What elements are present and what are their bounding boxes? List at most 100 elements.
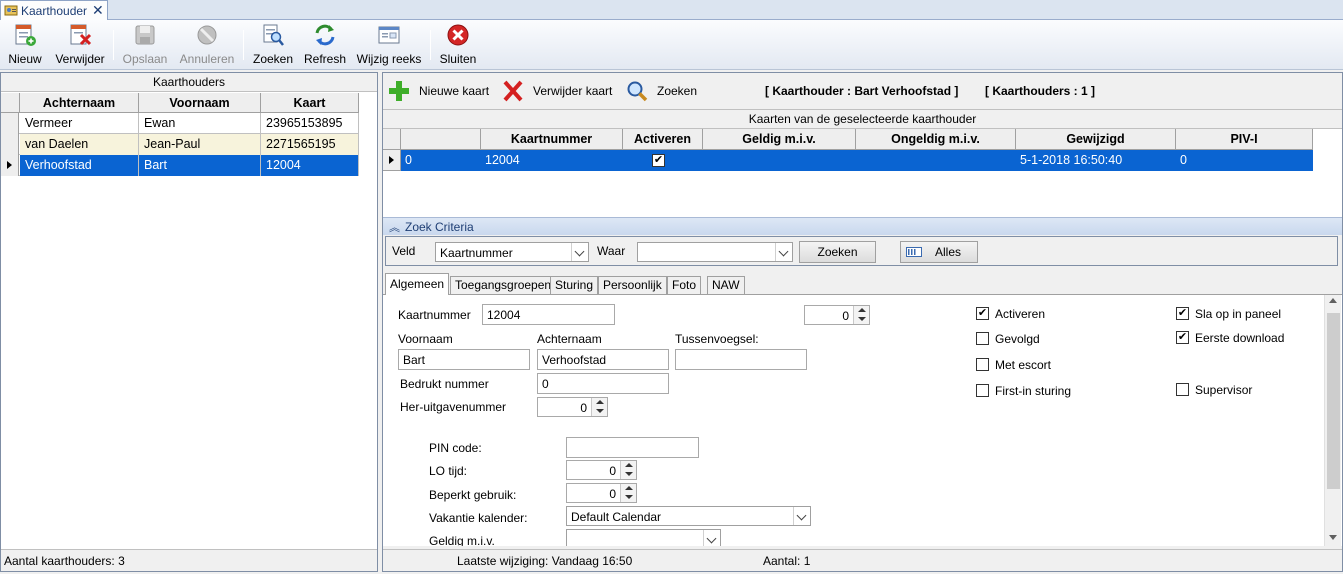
row-header[interactable] [1, 134, 19, 155]
column-header-achternaam[interactable]: Achternaam [20, 93, 139, 113]
tab-toegangsgroepen[interactable]: Toegangsgroepen [450, 276, 557, 295]
column-header-kaart[interactable]: Kaart [261, 93, 359, 113]
column-header-pivi[interactable]: PIV-I [1176, 129, 1313, 150]
extra-number-stepper[interactable]: 0 [804, 305, 870, 325]
sluiten-button[interactable]: Sluiten [437, 20, 479, 70]
zoek-criteria-header[interactable]: ︽ Zoek Criteria [383, 217, 1342, 235]
vakantie-kalender-label: Vakantie kalender: [429, 511, 528, 525]
pin-code-field[interactable] [566, 437, 699, 458]
column-header-gewijzigd[interactable]: Gewijzigd [1016, 129, 1176, 150]
cell-ongeldig[interactable] [856, 150, 1016, 171]
collapse-icon[interactable]: ︽ [389, 219, 400, 235]
last-change-text: Laatste wijziging: Vandaag 16:50 [457, 554, 633, 568]
verwijder-kaart-button[interactable]: Verwijder kaart [501, 79, 613, 103]
supervisor-checkbox[interactable] [1176, 383, 1189, 396]
row-header[interactable] [383, 150, 401, 171]
voornaam-field[interactable]: Bart [398, 349, 530, 370]
cell-pivi[interactable]: 0 [1176, 150, 1313, 171]
refresh-button[interactable]: Refresh [303, 20, 347, 70]
gevolgd-checkbox[interactable] [976, 332, 989, 345]
vakantie-kalender-select[interactable]: Default Calendar [566, 506, 811, 526]
chevron-down-icon[interactable] [775, 243, 792, 261]
card-row-selected[interactable]: 0 12004 ✔ 5-1-2018 16:50:40 0 [383, 150, 1313, 171]
annuleren-button[interactable]: Annuleren [176, 20, 238, 70]
spin-icon[interactable] [853, 306, 869, 324]
zoeken-button[interactable]: Zoeken [251, 20, 295, 70]
column-header-ongeldig[interactable]: Ongeldig m.i.v. [856, 129, 1016, 150]
table-row[interactable]: Vermeer Ewan 23965153895 [1, 113, 359, 134]
veld-select[interactable]: Kaartnummer [435, 242, 589, 262]
waar-select[interactable] [637, 242, 793, 262]
cell-kaart[interactable]: 12004 [261, 155, 359, 176]
spin-icon[interactable] [591, 398, 607, 416]
chevron-down-icon[interactable] [703, 530, 720, 546]
tab-naw[interactable]: NAW [707, 276, 745, 295]
cell-achternaam[interactable]: van Daelen [20, 134, 139, 155]
spin-icon[interactable] [620, 461, 636, 479]
pin-code-label: PIN code: [429, 441, 482, 455]
tab-persoonlijk[interactable]: Persoonlijk [598, 276, 667, 295]
achternaam-field[interactable]: Verhoofstad [537, 349, 669, 370]
cell-gewijzigd[interactable]: 5-1-2018 16:50:40 [1016, 150, 1176, 171]
verwijder-button[interactable]: Verwijder [53, 20, 107, 70]
wijzig-reeks-button[interactable]: Wijzig reeks [356, 20, 422, 70]
cards-caption: Kaarten van de geselecteerde kaarthouder [383, 109, 1342, 129]
algemeen-tab-page: Kaartnummer 12004 0 Voornaam Achternaam … [383, 294, 1342, 546]
tab-foto[interactable]: Foto [667, 276, 702, 295]
lo-tijd-stepper[interactable]: 0 [566, 460, 637, 480]
bedrukt-nummer-field[interactable]: 0 [537, 373, 669, 394]
tussenvoegsel-field[interactable] [675, 349, 807, 370]
alles-button[interactable]: Alles [900, 241, 978, 263]
scroll-up-icon[interactable] [1329, 298, 1337, 303]
chevron-down-icon[interactable] [571, 243, 588, 261]
zoek-zoeken-button[interactable]: Zoeken [799, 241, 876, 263]
heruitgave-stepper[interactable]: 0 [537, 397, 608, 417]
nieuw-button[interactable]: Nieuw [6, 20, 44, 70]
column-header-id [401, 129, 481, 150]
tab-sturing[interactable]: Sturing [550, 276, 599, 295]
opslaan-button[interactable]: Opslaan [120, 20, 170, 70]
kaartnummer-field[interactable]: 12004 [482, 304, 615, 325]
cell-achternaam[interactable]: Vermeer [20, 113, 139, 134]
sla-op-in-paneel-checkbox[interactable]: ✔ [1176, 307, 1189, 320]
delete-x-icon [503, 80, 523, 102]
cell-id[interactable]: 0 [401, 150, 481, 171]
tab-kaarthouder[interactable]: Kaarthouder ✕ [0, 0, 108, 20]
cell-voornaam[interactable]: Jean-Paul [139, 134, 261, 155]
vertical-scrollbar[interactable] [1324, 295, 1341, 546]
geldig-date-picker[interactable] [566, 529, 721, 546]
zoeken-kaart-button[interactable]: Zoeken [625, 79, 701, 103]
table-row-selected[interactable]: Verhoofstad Bart 12004 [1, 155, 359, 176]
nieuwe-kaart-button[interactable]: Nieuwe kaart [387, 79, 491, 103]
zoek-criteria-panel: Veld Kaartnummer Waar Zoeken Alles [385, 236, 1338, 266]
spin-icon[interactable] [620, 484, 636, 502]
column-header-geldig[interactable]: Geldig m.i.v. [703, 129, 856, 150]
first-in-sturing-checkbox[interactable] [976, 384, 989, 397]
chevron-down-icon[interactable] [793, 507, 810, 525]
cell-kaartnummer[interactable]: 12004 [481, 150, 623, 171]
cell-achternaam[interactable]: Verhoofstad [20, 155, 139, 176]
cell-activeren[interactable]: ✔ [623, 150, 703, 171]
cards-grid[interactable]: Kaartnummer Activeren Geldig m.i.v. Onge… [383, 129, 1342, 217]
beperkt-gebruik-stepper[interactable]: 0 [566, 483, 637, 503]
table-row[interactable]: van Daelen Jean-Paul 2271565195 [1, 134, 359, 155]
cell-geldig[interactable] [703, 150, 856, 171]
column-header-activeren[interactable]: Activeren [623, 129, 703, 150]
column-header-voornaam[interactable]: Voornaam [139, 93, 261, 113]
eerste-download-checkbox[interactable]: ✔ [1176, 331, 1189, 344]
cell-voornaam[interactable]: Bart [139, 155, 261, 176]
cell-kaart[interactable]: 23965153895 [261, 113, 359, 134]
row-header[interactable] [1, 155, 19, 176]
column-header-kaartnummer[interactable]: Kaartnummer [481, 129, 623, 150]
close-tab-icon[interactable]: ✕ [92, 2, 104, 19]
scroll-thumb[interactable] [1327, 313, 1340, 489]
cell-voornaam[interactable]: Ewan [139, 113, 261, 134]
scroll-down-icon[interactable] [1329, 535, 1337, 540]
met-escort-checkbox[interactable] [976, 358, 989, 371]
tab-algemeen[interactable]: Algemeen [385, 273, 450, 295]
activeren-checkbox[interactable]: ✔ [976, 307, 989, 320]
row-header[interactable] [1, 113, 19, 134]
current-row-icon [389, 156, 394, 164]
activeren-checkbox[interactable]: ✔ [652, 154, 665, 167]
cell-kaart[interactable]: 2271565195 [261, 134, 359, 155]
